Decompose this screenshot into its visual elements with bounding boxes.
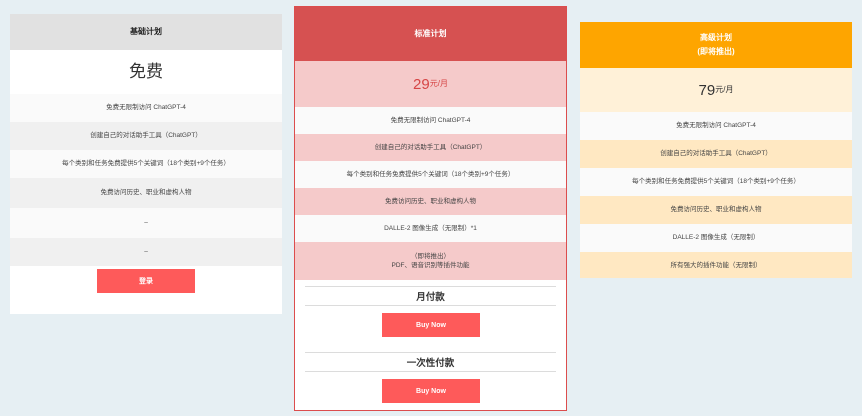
basic-plan-price: 免费 [129,62,163,82]
premium-feature-5: DALLE-2 图像生成（无限制） [580,224,852,252]
premium-price-amount: 79 [698,81,716,99]
standard-feature-3: 每个类别和任务免费提供5个关键词（18个类别+9个任务） [295,161,566,188]
coming-soon-label: （即将推出） [411,252,450,260]
standard-feature-1: 免费无限制访问 ChatGPT-4 [295,107,566,134]
basic-plan-card: 基础计划 免费 免费无限制访问 ChatGPT-4 创建自己的对话助手工具（Ch… [10,14,282,314]
premium-feature-3: 每个类别和任务免费提供5个关键词（18个类别+9个任务） [580,168,852,196]
standard-feature-2: 创建自己的对话助手工具（ChatGPT） [295,134,566,161]
onetime-payment-title: 一次性付款 [305,352,556,372]
basic-feature-2: 创建自己的对话助手工具（ChatGPT） [10,122,282,150]
premium-price-unit: 元/月 [715,85,734,95]
monthly-payment-title: 月付款 [305,286,556,306]
basic-feature-6: – [10,238,282,266]
premium-feature-2: 创建自己的对话助手工具（ChatGPT） [580,140,852,168]
premium-plan-card: 高级计划 (即将推出) 79 元/月 免费无限制访问 ChatGPT-4 创建自… [580,22,852,278]
standard-feature-5: DALLE-2 图像生成（无限制）*1 [295,215,566,242]
standard-plan-card: 标准计划 29 元/月 免费无限制访问 ChatGPT-4 创建自己的对话助手工… [294,6,567,411]
standard-feature-coming-soon: （即将推出） PDF、语音识别等插件功能 [295,242,566,280]
login-button[interactable]: 登录 [97,269,195,293]
premium-feature-4: 免费访问历史、职业和虚构人物 [580,196,852,224]
premium-plan-subtitle: (即将推出) [697,47,735,56]
standard-feature-4: 免费访问历史、职业和虚构人物 [295,188,566,215]
basic-plan-title: 基础计划 [10,14,282,50]
standard-price-unit: 元/月 [429,79,448,89]
premium-plan-price: 79 元/月 [580,68,852,112]
standard-plan-title: 标准计划 [295,7,566,61]
basic-feature-3: 每个类别和任务免费提供5个关键词（18个类别+9个任务） [10,150,282,178]
basic-feature-5: – [10,208,282,238]
monthly-buy-now-button[interactable]: Buy Now [382,313,480,337]
premium-plan-header: 高级计划 (即将推出) [580,22,852,68]
premium-plan-title: 高级计划 [700,33,732,43]
standard-plan-price: 29 元/月 [295,61,566,107]
premium-feature-1: 免费无限制访问 ChatGPT-4 [580,112,852,140]
basic-feature-4: 免费访问历史、职业和虚构人物 [10,178,282,208]
basic-feature-1: 免费无限制访问 ChatGPT-4 [10,94,282,122]
premium-feature-6: 所有强大的插件功能（无限制） [580,252,852,278]
standard-price-amount: 29 [413,75,430,93]
coming-soon-features: PDF、语音识别等插件功能 [391,262,470,269]
onetime-buy-now-button[interactable]: Buy Now [382,379,480,403]
